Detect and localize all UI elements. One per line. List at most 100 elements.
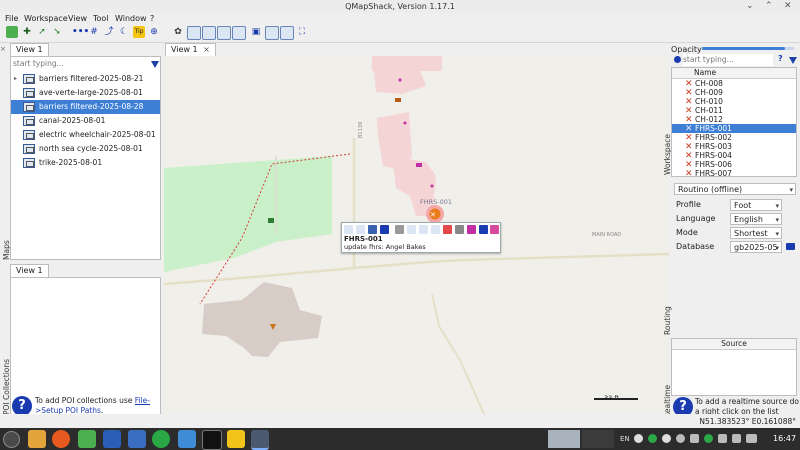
battery-icon[interactable] (746, 434, 757, 443)
expand-icon[interactable]: ▸ (14, 72, 17, 86)
bluetooth-icon[interactable] (676, 434, 685, 443)
menu-file[interactable]: File (5, 13, 18, 24)
cloud-icon[interactable] (103, 430, 121, 448)
menu-workspace[interactable]: Workspace (24, 13, 68, 24)
minimize-button[interactable]: ⌄ (746, 1, 754, 12)
map-item[interactable]: ▸ barriers filtered-2025-08-21 (11, 72, 160, 86)
dem-window-icon[interactable] (202, 26, 216, 40)
mail-icon[interactable] (128, 430, 146, 448)
cursor-icon[interactable]: ⤴ (103, 26, 115, 38)
gis-item[interactable]: ✕ FHRS-002 (672, 133, 796, 143)
tray-icon[interactable] (648, 434, 657, 443)
workspace-icon[interactable]: ▣ (250, 26, 262, 38)
zoom-area-icon[interactable] (6, 26, 18, 38)
map-canvas[interactable]: ✕ B1139 MAIN ROAD FHRS-001 33 ft FHRS-00… (164, 56, 669, 414)
hp-icon[interactable] (634, 434, 643, 443)
dock-close-icon[interactable]: × (0, 45, 8, 53)
mode-select[interactable]: Shortest (730, 227, 782, 240)
gis-item[interactable]: ✕ CH-012 (672, 115, 796, 125)
realtime-column-header[interactable]: Source (672, 339, 796, 350)
menu-tool[interactable]: Tool (93, 13, 109, 24)
map-item[interactable]: north sea cycle-2025-08-01 (11, 142, 160, 156)
fullscreen-icon[interactable]: ⛶ (296, 26, 308, 38)
app-icon[interactable] (227, 430, 245, 448)
gis-item[interactable]: ✕ FHRS-004 (672, 151, 796, 161)
qmapshack-taskbar-icon[interactable] (251, 430, 269, 450)
profile-window-icon[interactable] (217, 26, 231, 40)
gis-window-icon[interactable] (232, 26, 246, 40)
add-waypoint-icon[interactable]: ✚ (21, 26, 33, 38)
firefox-icon[interactable] (52, 430, 70, 448)
close-button[interactable]: ✕ (784, 1, 792, 12)
marker-icon[interactable] (467, 225, 476, 234)
attach-icon[interactable] (356, 225, 365, 234)
grid-icon[interactable]: # (88, 26, 100, 38)
update-icon[interactable] (704, 434, 713, 443)
add-route-icon[interactable]: ➚ (36, 26, 48, 38)
folder-icon[interactable] (786, 243, 795, 250)
routing-window-icon[interactable] (265, 26, 279, 40)
workspace-column-header[interactable]: Name (672, 68, 796, 79)
add-track-icon[interactable]: ➘ (51, 26, 63, 38)
routing-dock-label[interactable]: Routing (663, 306, 672, 335)
language-select[interactable]: English (730, 213, 782, 226)
menu-help[interactable]: ? (150, 13, 154, 24)
gis-item[interactable]: ✕ CH-011 (672, 106, 796, 116)
routing-engine-select[interactable]: Routino (offline) (674, 183, 796, 196)
files-icon[interactable] (28, 430, 46, 448)
network-icon[interactable] (718, 434, 727, 443)
lock-icon[interactable] (479, 225, 488, 234)
gis-item[interactable]: ✕ CH-008 (672, 79, 796, 89)
ruler-icon[interactable]: ••• (72, 26, 89, 38)
gis-item-selected[interactable]: ✕ FHRS-001 (672, 124, 796, 134)
tip-icon[interactable]: Tip (133, 26, 145, 38)
terminal-icon[interactable] (202, 430, 222, 450)
help-icon[interactable]: ? (778, 54, 783, 63)
realtime-window-icon[interactable] (280, 26, 294, 40)
camera-icon[interactable] (178, 430, 196, 448)
gis-item[interactable]: ✕ FHRS-007 (672, 169, 796, 176)
search-mode-icon[interactable] (674, 56, 681, 63)
start-menu-icon[interactable] (3, 431, 20, 448)
workspace-thumbnail[interactable] (548, 430, 580, 448)
gis-item[interactable]: ✕ CH-010 (672, 97, 796, 107)
map-item[interactable]: trike-2025-08-01 (11, 156, 160, 170)
move-icon[interactable] (407, 225, 416, 234)
radius-icon[interactable] (443, 225, 452, 234)
workspace-search-input[interactable]: start typing... (683, 54, 773, 66)
keyboard-layout[interactable]: EN (620, 435, 630, 443)
volume-icon[interactable] (732, 434, 741, 443)
map-item[interactable]: electric wheelchair-2025-08-01 (11, 128, 160, 142)
maximize-button[interactable]: ⌃ (765, 1, 773, 12)
gis-item[interactable]: ✕ CH-009 (672, 88, 796, 98)
database-select[interactable]: gb2025-05 (730, 241, 782, 253)
filter-icon[interactable] (789, 57, 797, 64)
maps-search-input[interactable]: start typing... (13, 58, 145, 70)
map-item[interactable]: canal-2025-08-01 (11, 114, 160, 128)
map-view-tab[interactable]: View 1 × (165, 43, 216, 56)
filter-icon[interactable] (151, 61, 159, 68)
menu-window[interactable]: Window (115, 13, 147, 24)
tray-icon[interactable] (662, 434, 671, 443)
clock[interactable]: 16:47 (773, 434, 796, 443)
bug-icon[interactable]: ✿ (172, 26, 184, 38)
elevation-icon[interactable] (431, 225, 440, 234)
map-item-selected[interactable]: barriers filtered-2025-08-28 (11, 100, 160, 114)
shield-icon[interactable] (690, 434, 699, 443)
maps-view-tab[interactable]: View 1 (10, 43, 49, 56)
poi-view-tab[interactable]: View 1 (10, 264, 49, 277)
project-icon[interactable] (419, 225, 428, 234)
opacity-slider[interactable] (702, 47, 794, 50)
profile-select[interactable]: Foot (730, 199, 782, 212)
night-icon[interactable]: ☾ (118, 26, 130, 38)
bubble-icon[interactable] (455, 225, 464, 234)
gis-item[interactable]: ✕ FHRS-003 (672, 142, 796, 152)
copy-icon[interactable] (368, 225, 377, 234)
delete-icon[interactable] (380, 225, 389, 234)
menu-view[interactable]: View (68, 13, 87, 24)
poi-info-icon[interactable]: ⊕ (148, 26, 160, 38)
gis-item[interactable]: ✕ FHRS-006 (672, 160, 796, 170)
tag-icon[interactable] (490, 225, 499, 234)
map-item[interactable]: ave-verte-large-2025-08-01 (11, 86, 160, 100)
app-icon[interactable] (78, 430, 96, 448)
